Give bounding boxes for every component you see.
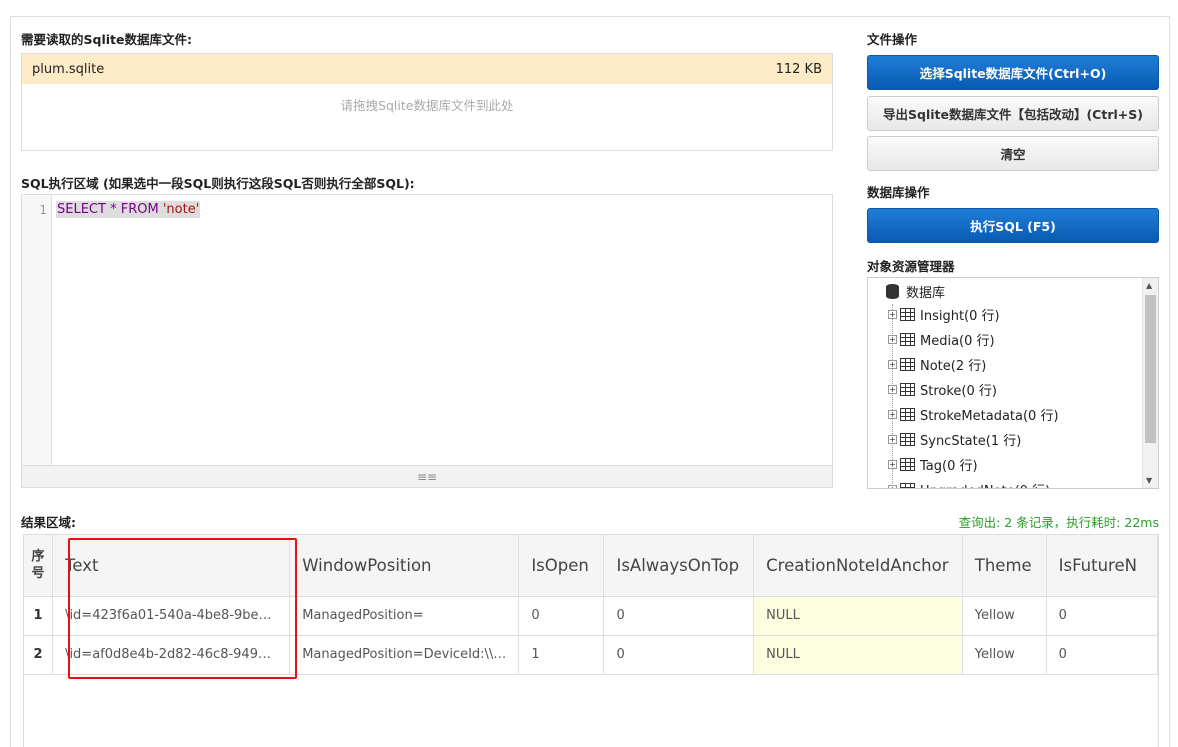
select-db-file-button[interactable]: 选择Sqlite数据库文件(Ctrl+O) <box>867 55 1159 90</box>
table-cell[interactable]: \id=423f6a01-540a-4be8-9be… <box>52 596 291 636</box>
expand-icon[interactable]: + <box>888 484 897 488</box>
tree-item-label: StrokeMetadata(0 行) <box>920 408 1059 424</box>
table-cell[interactable]: 0 <box>603 596 755 636</box>
export-db-file-button[interactable]: 导出Sqlite数据库文件【包括改动】(Ctrl+S) <box>867 96 1159 131</box>
sql-keyword-select: SELECT <box>57 202 106 217</box>
line-number-gutter: 1 <box>22 195 52 466</box>
column-header[interactable]: Text <box>52 535 291 597</box>
sql-editor[interactable]: 1 SELECT * FROM 'note' ≡≡ <box>21 194 833 488</box>
expand-icon[interactable]: + <box>888 409 897 419</box>
table-icon <box>900 407 915 421</box>
tree-item-label: Tag(0 行) <box>920 458 978 474</box>
tree-item-label: Media(0 行) <box>920 333 995 349</box>
tree-item-table[interactable]: + UpgradedNote(0 行) <box>888 479 1050 489</box>
table-icon <box>900 332 915 346</box>
table-icon <box>900 307 915 321</box>
query-status: 查询出: 2 条记录，执行耗时: 22ms <box>958 515 1159 530</box>
sql-keyword-from: FROM <box>120 202 159 217</box>
tree-item-table[interactable]: + StrokeMetadata(0 行) <box>888 404 1059 424</box>
tree-item-table[interactable]: + SyncState(1 行) <box>888 429 1021 449</box>
file-name: plum.sqlite <box>32 61 105 77</box>
table-row[interactable]: 1 \id=423f6a01-540a-4be8-9be… ManagedPos… <box>24 596 1158 636</box>
tree-root-database[interactable]: 数据库 <box>886 281 945 301</box>
scroll-up-icon[interactable]: ▲ <box>1146 281 1152 290</box>
tree-item-label: UpgradedNote(0 行) <box>920 480 1050 489</box>
column-header[interactable]: Theme <box>962 535 1047 597</box>
table-cell[interactable]: ManagedPosition=DeviceId:\\… <box>289 635 520 675</box>
file-drop-zone[interactable]: plum.sqlite 112 KB 请拖拽Sqlite数据库文件到此处 <box>21 53 833 151</box>
sql-section-heading: SQL执行区域 (如果选中一段SQL则执行这段SQL否则执行全部SQL): <box>21 176 415 191</box>
tree-item-table[interactable]: + Stroke(0 行) <box>888 379 997 399</box>
file-section-heading: 需要读取的Sqlite数据库文件: <box>21 32 192 47</box>
database-icon <box>886 283 899 299</box>
expand-icon[interactable]: + <box>888 434 897 444</box>
execute-sql-button[interactable]: 执行SQL (F5) <box>867 208 1159 243</box>
tree-item-table[interactable]: + Media(0 行) <box>888 329 995 349</box>
scrollbar-thumb[interactable] <box>1145 295 1156 443</box>
results-heading: 结果区域: <box>21 515 76 530</box>
table-icon <box>900 382 915 396</box>
file-size: 112 KB <box>775 61 822 77</box>
table-cell-null[interactable]: NULL <box>753 635 963 675</box>
table-cell-null[interactable]: NULL <box>753 596 963 636</box>
sql-code-line[interactable]: SELECT * FROM 'note' <box>56 201 201 218</box>
index-header-char: 序 <box>31 549 45 565</box>
line-number: 1 <box>39 203 47 217</box>
results-grid[interactable]: 序号 Text WindowPosition IsOpen IsAlwaysOn… <box>23 534 1159 747</box>
header-row: 序号 Text WindowPosition IsOpen IsAlwaysOn… <box>24 535 1158 597</box>
scroll-down-icon[interactable]: ▼ <box>1146 476 1152 485</box>
expand-icon[interactable]: + <box>888 384 897 394</box>
table-icon <box>900 457 915 471</box>
table-cell[interactable]: Yellow <box>962 596 1047 636</box>
column-header[interactable]: CreationNoteIdAnchor <box>753 535 963 597</box>
table-icon <box>900 357 915 371</box>
table-cell[interactable]: 1 <box>518 635 605 675</box>
table-cell[interactable]: ManagedPosition= <box>289 596 520 636</box>
column-header[interactable]: IsFutureN <box>1046 535 1158 597</box>
results-table: 序号 Text WindowPosition IsOpen IsAlwaysOn… <box>24 535 1158 675</box>
tree-item-table[interactable]: + Note(2 行) <box>888 354 986 374</box>
tree-scrollbar[interactable]: ▲ ▼ <box>1142 278 1158 488</box>
table-cell[interactable]: \id=af0d8e4b-2d82-46c8-949… <box>52 635 291 675</box>
object-explorer-tree[interactable]: 数据库 + Insight(0 行) + Media(0 行) + Note(2 行)… <box>867 277 1159 489</box>
tree-item-label: Note(2 行) <box>920 358 987 374</box>
column-header-index: 序号 <box>24 535 54 597</box>
table-icon <box>900 482 915 488</box>
sql-star: * <box>105 202 121 217</box>
expand-icon[interactable]: + <box>888 334 897 344</box>
tree-item-label: SyncState(1 行) <box>920 433 1022 449</box>
tree-root-label: 数据库 <box>906 285 946 301</box>
table-cell[interactable]: Yellow <box>962 635 1047 675</box>
tree-item-label: Stroke(0 行) <box>920 383 997 399</box>
row-index: 1 <box>24 596 54 636</box>
loaded-file-row[interactable]: plum.sqlite 112 KB <box>22 54 832 84</box>
table-icon <box>900 432 915 446</box>
table-cell[interactable]: 0 <box>1046 635 1158 675</box>
sql-string-table: 'note' <box>162 202 200 217</box>
clear-button[interactable]: 清空 <box>867 136 1159 171</box>
expand-icon[interactable]: + <box>888 459 897 469</box>
table-cell[interactable]: 0 <box>1046 596 1158 636</box>
table-cell[interactable]: 0 <box>518 596 605 636</box>
column-header[interactable]: IsAlwaysOnTop <box>603 535 755 597</box>
tree-item-table[interactable]: + Tag(0 行) <box>888 454 978 474</box>
file-ops-heading: 文件操作 <box>867 32 918 47</box>
drop-hint: 请拖拽Sqlite数据库文件到此处 <box>340 98 514 113</box>
expand-icon[interactable]: + <box>888 309 897 319</box>
column-header[interactable]: IsOpen <box>518 535 605 597</box>
tree-item-table[interactable]: + Insight(0 行) <box>888 304 1000 324</box>
tree-item-label: Insight(0 行) <box>920 308 1000 324</box>
explorer-heading: 对象资源管理器 <box>867 259 955 274</box>
index-header-char: 号 <box>31 566 45 582</box>
db-ops-heading: 数据库操作 <box>867 185 930 200</box>
table-row[interactable]: 2 \id=af0d8e4b-2d82-46c8-949… ManagedPos… <box>24 635 1158 675</box>
editor-resize-handle[interactable]: ≡≡ <box>22 465 832 487</box>
expand-icon[interactable]: + <box>888 359 897 369</box>
table-cell[interactable]: 0 <box>603 635 755 675</box>
row-index: 2 <box>24 635 54 675</box>
column-header[interactable]: WindowPosition <box>289 535 520 597</box>
